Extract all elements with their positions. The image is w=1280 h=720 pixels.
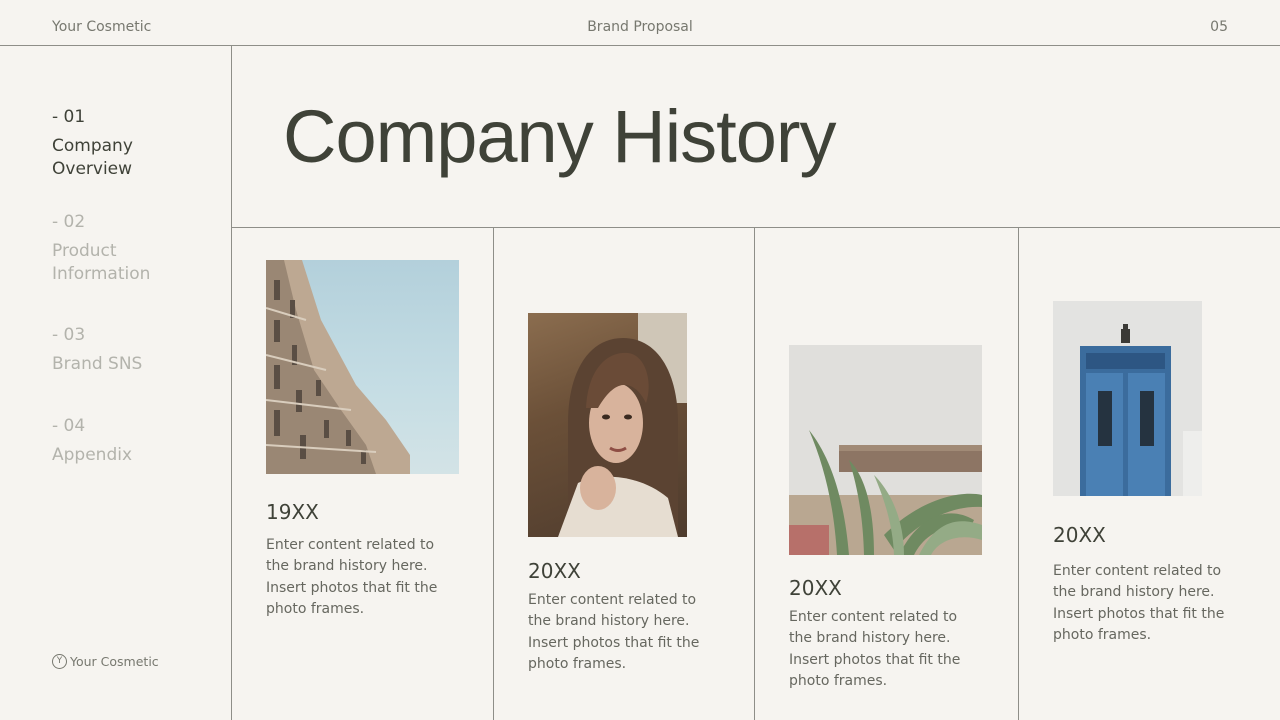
footer-logo: Y Your Cosmetic	[52, 654, 159, 669]
sidebar-item-number: - 03	[52, 325, 86, 345]
timeline-column: 20XX Enter content related to the brand …	[1019, 228, 1280, 720]
sidebar-item-number: - 01	[52, 107, 86, 127]
sidebar-item-brand-sns[interactable]: - 03 Brand SNS	[52, 324, 142, 376]
sidebar-item-number: - 04	[52, 416, 86, 436]
header-title: Brand Proposal	[587, 19, 693, 35]
timeline-column: 20XX Enter content related to the brand …	[755, 228, 1019, 720]
sidebar-item-label: Product Information	[52, 241, 151, 284]
timeline-year: 19XX	[266, 500, 319, 524]
timeline-year: 20XX	[528, 559, 581, 583]
timeline-column: 20XX Enter content related to the brand …	[494, 228, 755, 720]
sidebar-item-label: Appendix	[52, 445, 133, 465]
timeline-year: 20XX	[789, 576, 842, 600]
sidebar-item-label: Company Overview	[52, 136, 133, 179]
building-sky-photo	[266, 260, 459, 474]
logo-icon: Y	[52, 654, 67, 669]
sidebar-item-appendix[interactable]: - 04 Appendix	[52, 415, 132, 467]
sidebar-item-company-overview[interactable]: - 01 Company Overview	[52, 106, 162, 181]
footer-brand: Your Cosmetic	[70, 654, 159, 669]
title-band: Company History	[232, 46, 1280, 228]
timeline-description: Enter content related to the brand histo…	[266, 537, 438, 617]
timeline-description: Enter content related to the brand histo…	[1053, 563, 1225, 643]
page-number: 05	[1210, 19, 1228, 35]
woman-portrait-photo	[528, 313, 687, 537]
page-title: Company History	[283, 95, 837, 178]
timeline-description: Enter content related to the brand histo…	[528, 592, 700, 672]
plant-wall-photo	[789, 345, 982, 555]
sidebar-nav: - 01 Company Overview - 02 Product Infor…	[0, 46, 232, 720]
timeline-description: Enter content related to the brand histo…	[789, 609, 961, 689]
timeline-year: 20XX	[1053, 523, 1106, 547]
sidebar-item-product-information[interactable]: - 02 Product Information	[52, 211, 162, 286]
sidebar-item-number: - 02	[52, 212, 86, 232]
sidebar-item-label: Brand SNS	[52, 354, 143, 374]
blue-door-photo	[1053, 301, 1202, 496]
top-bar: Your Cosmetic Brand Proposal 05	[0, 0, 1280, 46]
timeline-column: 19XX Enter content related to the brand …	[232, 228, 494, 720]
